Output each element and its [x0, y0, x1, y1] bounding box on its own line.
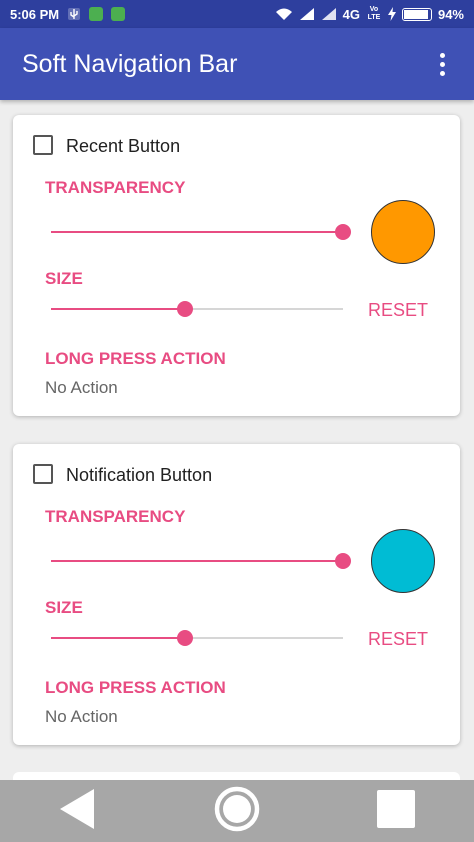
transparency-slider[interactable]: [51, 551, 351, 571]
reset-button[interactable]: RESET: [368, 300, 428, 321]
slider-thumb[interactable]: [335, 224, 351, 240]
card-notification-button: Notification Button TRANSPARENCY SIZE RE…: [13, 444, 460, 745]
menu-dot: [439, 61, 445, 67]
slider-fill: [51, 637, 186, 639]
home-icon[interactable]: [213, 785, 261, 838]
long-press-value[interactable]: No Action: [45, 378, 118, 398]
notification-button-label[interactable]: Notification Button: [66, 465, 212, 486]
battery-icon: [401, 7, 432, 21]
navigation-bar: [0, 780, 474, 842]
slider-thumb[interactable]: [335, 553, 351, 569]
status-time: 5:06 PM: [10, 6, 60, 22]
charging-icon: [387, 7, 396, 21]
color-picker-swatch[interactable]: [371, 529, 435, 593]
app-bar: Soft Navigation Bar: [0, 28, 474, 100]
back-icon[interactable]: [58, 787, 98, 836]
recents-icon[interactable]: [376, 789, 416, 834]
recent-button-label[interactable]: Recent Button: [66, 136, 180, 157]
notification-button-checkbox[interactable]: [33, 464, 53, 484]
slider-fill: [51, 560, 343, 562]
menu-dot: [439, 52, 445, 58]
size-label: SIZE: [45, 598, 83, 617]
color-picker-swatch[interactable]: [371, 200, 435, 264]
network-type: 4G: [342, 6, 360, 22]
usb-icon: [67, 7, 81, 21]
battery-level: [403, 9, 429, 19]
android-icon: [89, 7, 104, 21]
android-icon: [111, 7, 126, 21]
long-press-value[interactable]: No Action: [45, 707, 118, 727]
card-recent-button: Recent Button TRANSPARENCY SIZE RESET LO…: [13, 115, 460, 416]
status-bar: 5:06 PM 4G Vo LTE 94%: [0, 0, 474, 28]
reset-button[interactable]: RESET: [368, 629, 428, 650]
signal-icon: [321, 7, 337, 21]
transparency-label: TRANSPARENCY: [45, 178, 186, 197]
signal-icon: [299, 7, 315, 21]
size-slider[interactable]: [51, 628, 343, 648]
slider-fill: [51, 231, 343, 233]
app-title: Soft Navigation Bar: [22, 49, 238, 78]
recent-button-checkbox[interactable]: [33, 135, 53, 155]
volte-badge: Vo LTE: [367, 6, 381, 21]
slider-fill: [51, 308, 186, 310]
overflow-menu-icon[interactable]: [432, 44, 452, 84]
transparency-label: TRANSPARENCY: [45, 507, 186, 526]
long-press-label: LONG PRESS ACTION: [45, 678, 226, 697]
size-label: SIZE: [45, 269, 83, 288]
size-slider[interactable]: [51, 299, 343, 319]
menu-dot: [439, 70, 445, 76]
slider-thumb[interactable]: [177, 301, 194, 317]
long-press-label: LONG PRESS ACTION: [45, 349, 226, 368]
battery-percent: 94%: [437, 6, 464, 22]
transparency-slider[interactable]: [51, 222, 351, 242]
slider-thumb[interactable]: [177, 630, 194, 646]
wifi-icon: [275, 7, 293, 21]
